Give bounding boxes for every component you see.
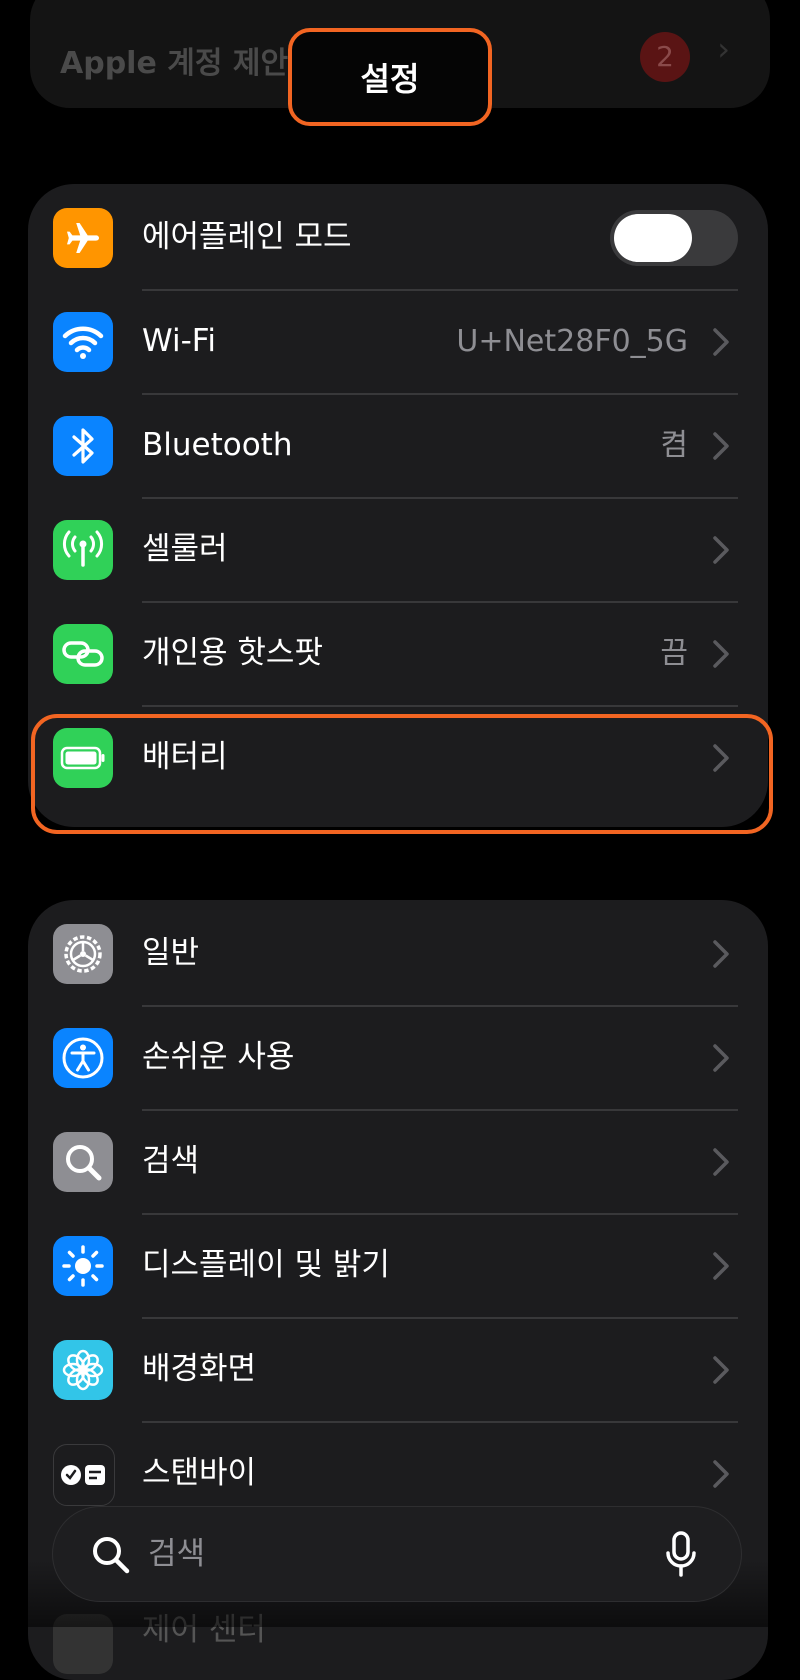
chevron-right-icon	[708, 742, 734, 774]
settings-row-control-center[interactable]: 제어 센터	[28, 1604, 768, 1674]
settings-row-label: 개인용 핫스팟	[142, 635, 323, 671]
settings-row-label: 디스플레이 및 밝기	[142, 1247, 390, 1283]
flower-icon	[53, 1340, 113, 1400]
chevron-right-icon	[708, 1354, 734, 1386]
settings-row-wallpaper[interactable]: 배경화면	[28, 1316, 768, 1423]
sun-icon	[53, 1236, 113, 1296]
settings-row-label: 일반	[142, 935, 200, 971]
settings-group-connectivity: 에어플레인 모드 Wi-Fi U+Net28F0_5G Bluetooth 켬셀룰러개인…	[28, 184, 768, 827]
search-icon	[53, 1132, 113, 1192]
settings-row-airplane[interactable]: 에어플레인 모드	[28, 184, 768, 291]
settings-row-label: 손쉬운 사용	[142, 1039, 295, 1075]
settings-row-value: 끔	[660, 636, 688, 671]
banner-badge: 2	[640, 32, 690, 82]
settings-row-battery[interactable]: 배터리	[28, 704, 768, 811]
banner-text: Apple 계정 제안	[60, 46, 289, 81]
settings-row-cellular[interactable]: 셀룰러	[28, 496, 768, 603]
standby-icon	[53, 1444, 115, 1506]
settings-row-label: 배경화면	[142, 1351, 257, 1387]
settings-row-accessibility[interactable]: 손쉬운 사용	[28, 1004, 768, 1111]
chevron-right-icon	[708, 534, 734, 566]
airplane-toggle[interactable]	[610, 210, 738, 266]
settings-row-label: 셀룰러	[142, 531, 228, 567]
chevron-right-icon	[708, 1042, 734, 1074]
chevron-right-icon	[708, 1458, 734, 1490]
settings-row-search[interactable]: 검색	[28, 1108, 768, 1215]
search-icon	[93, 1537, 130, 1574]
settings-row-wifi[interactable]: Wi-Fi U+Net28F0_5G	[28, 288, 768, 395]
antenna-icon	[53, 520, 113, 580]
search-bar[interactable]: 검색	[52, 1506, 742, 1602]
chevron-right-icon	[708, 638, 734, 670]
chevron-right-icon	[708, 1146, 734, 1178]
page-title: 설정	[360, 60, 420, 98]
settings-row-bluetooth[interactable]: Bluetooth 켬	[28, 392, 768, 499]
chevron-right-icon	[708, 430, 734, 462]
page-title-highlight: 설정	[288, 28, 492, 126]
toggle-knob	[614, 214, 692, 262]
airplane-icon	[53, 208, 113, 268]
accessibility-icon	[53, 1028, 113, 1088]
settings-row-display[interactable]: 디스플레이 및 밝기	[28, 1212, 768, 1319]
settings-row-label: 검색	[142, 1143, 200, 1179]
settings-row-label: Bluetooth	[142, 427, 293, 463]
gear-icon	[53, 924, 113, 984]
wifi-icon	[53, 312, 113, 372]
settings-row-hotspot[interactable]: 개인용 핫스팟 끔	[28, 600, 768, 707]
battery-icon	[53, 728, 113, 788]
bluetooth-icon	[53, 416, 113, 476]
settings-row-label: 에어플레인 모드	[142, 219, 352, 255]
settings-row-label: Wi-Fi	[142, 323, 216, 359]
settings-row-general[interactable]: 일반	[28, 900, 768, 1007]
control-center-icon	[53, 1614, 113, 1674]
chevron-right-icon	[708, 326, 734, 358]
settings-row-value: 켬	[660, 428, 688, 463]
settings-row-label: 배터리	[142, 739, 228, 775]
chevron-right-icon	[708, 1250, 734, 1282]
link-icon	[53, 624, 113, 684]
microphone-icon[interactable]	[665, 1531, 697, 1579]
chevron-right-icon: ›	[717, 30, 730, 68]
search-input[interactable]: 검색	[148, 1507, 205, 1603]
chevron-right-icon	[708, 938, 734, 970]
settings-row-value: U+Net28F0_5G	[456, 324, 688, 359]
